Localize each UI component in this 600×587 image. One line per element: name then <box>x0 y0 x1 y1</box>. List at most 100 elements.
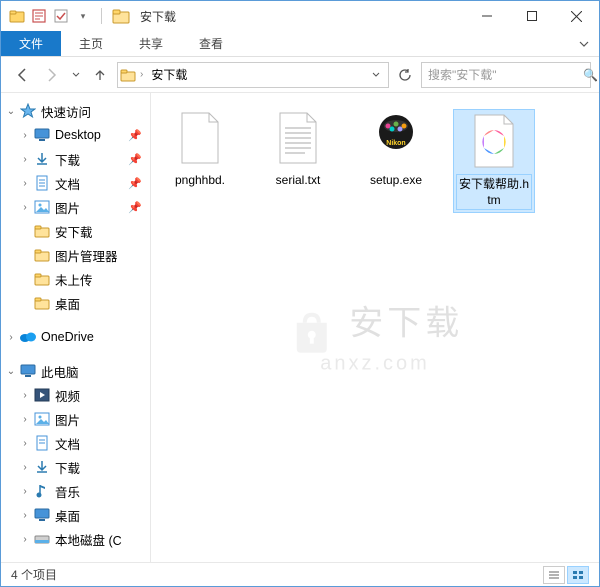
maximize-button[interactable] <box>509 1 554 31</box>
pin-icon: 📌 <box>128 129 142 142</box>
collapse-icon[interactable]: ⌄ <box>5 366 17 377</box>
file-item[interactable]: Nikon setup.exe <box>355 109 437 213</box>
sidebar-item-desktop[interactable]: › Desktop 📌 <box>1 123 150 147</box>
star-icon <box>19 102 37 120</box>
sidebar-item-downloads2[interactable]: › 下载 <box>1 455 150 479</box>
folder-icon <box>33 294 51 312</box>
sidebar-item-music[interactable]: › 音乐 <box>1 479 150 503</box>
tab-view[interactable]: 查看 <box>181 31 241 56</box>
svg-text:Nikon: Nikon <box>386 140 405 147</box>
search-input[interactable] <box>428 68 583 82</box>
documents-icon <box>33 434 51 452</box>
folder-icon <box>33 222 51 240</box>
expand-icon[interactable]: › <box>19 130 31 141</box>
explorer-window: ▾ 安下载 文件 主页 共享 查看 › 安下载 <box>0 0 600 587</box>
sidebar-item-label: 桌面 <box>55 294 80 313</box>
sidebar-item-desktop3[interactable]: › 桌面 <box>1 503 150 527</box>
properties-icon[interactable] <box>31 8 47 24</box>
ribbon-expand-icon[interactable] <box>569 31 599 56</box>
desktop-icon <box>33 126 51 144</box>
window-title: 安下载 <box>140 8 176 25</box>
expand-icon[interactable]: › <box>19 414 31 425</box>
sidebar-this-pc[interactable]: ⌄ 此电脑 <box>1 359 150 383</box>
file-item[interactable]: pnghhbd. <box>159 109 241 213</box>
breadcrumb[interactable]: 安下载 <box>147 66 191 83</box>
expand-icon[interactable]: › <box>19 486 31 497</box>
expand-icon[interactable]: › <box>19 390 31 401</box>
sidebar-item-documents2[interactable]: › 文档 <box>1 431 150 455</box>
recent-dropdown-icon[interactable] <box>69 62 83 88</box>
desktop-icon <box>33 506 51 524</box>
minimize-button[interactable] <box>464 1 509 31</box>
statusbar: 4 个项目 <box>1 562 599 586</box>
forward-button[interactable] <box>39 62 65 88</box>
view-details-button[interactable] <box>543 566 565 584</box>
sidebar-onedrive[interactable]: › OneDrive <box>1 325 150 349</box>
file-blank-icon <box>176 109 224 167</box>
sidebar-item-notuploaded[interactable]: 未上传 <box>1 267 150 291</box>
file-label: 安下载帮助.htm <box>456 174 532 210</box>
onedrive-icon <box>19 328 37 346</box>
sidebar-item-desktop2[interactable]: 桌面 <box>1 291 150 315</box>
up-button[interactable] <box>87 62 113 88</box>
file-label: pnghhbd. <box>173 171 227 189</box>
expand-icon[interactable]: › <box>19 154 31 165</box>
sidebar-item-label: 本地磁盘 (C <box>55 530 122 549</box>
sidebar-item-label: 图片 <box>55 198 80 217</box>
sidebar-item-label: OneDrive <box>41 330 94 344</box>
back-button[interactable] <box>9 62 35 88</box>
folder-app-icon <box>9 8 25 24</box>
tab-file[interactable]: 文件 <box>1 31 61 56</box>
documents-icon <box>33 174 51 192</box>
close-button[interactable] <box>554 1 599 31</box>
this-pc-icon <box>19 362 37 380</box>
folder-icon <box>112 7 130 25</box>
pin-icon: 📌 <box>128 201 142 214</box>
navbar: › 安下载 🔍 <box>1 57 599 93</box>
expand-icon[interactable]: › <box>19 202 31 213</box>
sidebar-item-label: 桌面 <box>55 506 80 525</box>
sidebar-item-label: 下载 <box>55 458 80 477</box>
expand-icon[interactable]: › <box>19 438 31 449</box>
expand-icon[interactable]: › <box>19 462 31 473</box>
file-pane[interactable]: pnghhbd. serial.txt Nikon setup.exe <box>151 93 599 562</box>
sidebar-item-pictures[interactable]: › 图片 📌 <box>1 195 150 219</box>
sidebar-quick-access[interactable]: ⌄ 快速访问 <box>1 99 150 123</box>
sidebar-item-downloads[interactable]: › 下载 📌 <box>1 147 150 171</box>
expand-icon[interactable]: › <box>19 178 31 189</box>
expand-icon[interactable]: › <box>5 332 17 343</box>
sidebar-item-localdisk[interactable]: › 本地磁盘 (C <box>1 527 150 551</box>
sidebar-item-videos[interactable]: › 视频 <box>1 383 150 407</box>
sidebar-item-anxiazai[interactable]: 安下载 <box>1 219 150 243</box>
music-icon <box>33 482 51 500</box>
expand-icon[interactable]: › <box>19 534 31 545</box>
chevron-right-icon[interactable]: › <box>140 69 143 80</box>
sidebar-item-documents[interactable]: › 文档 📌 <box>1 171 150 195</box>
file-item[interactable]: serial.txt <box>257 109 339 213</box>
sidebar-item-label: 音乐 <box>55 482 80 501</box>
search-box[interactable]: 🔍 <box>421 62 591 88</box>
refresh-button[interactable] <box>393 63 417 87</box>
file-item-selected[interactable]: 安下载帮助.htm <box>453 109 535 213</box>
collapse-icon[interactable]: ⌄ <box>5 106 17 117</box>
checkbox-icon[interactable] <box>53 8 69 24</box>
sidebar-item-imgmanager[interactable]: 图片管理器 <box>1 243 150 267</box>
downloads-icon <box>33 150 51 168</box>
sidebar-item-label: 此电脑 <box>41 362 79 381</box>
folder-icon <box>33 246 51 264</box>
qat-dropdown-icon[interactable]: ▾ <box>75 8 91 24</box>
address-bar[interactable]: › 安下载 <box>117 62 389 88</box>
sidebar-item-label: 视频 <box>55 386 80 405</box>
file-htm-icon <box>470 112 518 170</box>
sidebar-item-label: 安下载 <box>55 222 93 241</box>
view-icons-button[interactable] <box>567 566 589 584</box>
expand-icon[interactable]: › <box>19 510 31 521</box>
address-dropdown-icon[interactable] <box>366 71 386 79</box>
sidebar-item-pictures2[interactable]: › 图片 <box>1 407 150 431</box>
sidebar-item-label: 图片 <box>55 410 80 429</box>
tab-home[interactable]: 主页 <box>61 31 121 56</box>
tab-share[interactable]: 共享 <box>121 31 181 56</box>
pin-icon: 📌 <box>128 177 142 190</box>
downloads-icon <box>33 458 51 476</box>
pictures-icon <box>33 410 51 428</box>
